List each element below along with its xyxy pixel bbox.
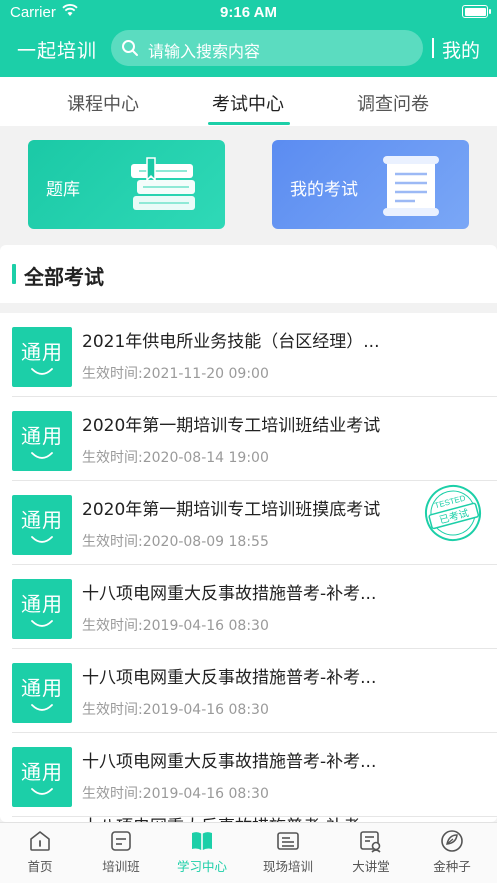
general-badge: 通用 (12, 663, 72, 723)
search-placeholder: 请输入搜索内容 (148, 42, 261, 61)
smile-icon (31, 536, 53, 543)
class-icon (111, 831, 131, 851)
lecture-icon (360, 831, 381, 853)
home-icon (30, 831, 50, 851)
exam-effective-time: 生效时间:2019-04-16 08:30 (82, 702, 269, 718)
smile-icon (31, 368, 53, 375)
seed-icon (441, 830, 463, 852)
badge-label: 通用 (21, 508, 63, 532)
my-exam-card[interactable]: 我的考试 (272, 140, 469, 229)
active-tab-indicator (208, 122, 290, 125)
tested-stamp-icon: TESTED 已考试 (425, 485, 481, 541)
tabbar-item-onsite[interactable]: 现场培训 (253, 829, 323, 875)
tab-survey[interactable]: 调查问卷 (338, 90, 448, 116)
exam-row[interactable]: 通用 2020年第一期培训专工培训班结业考试 生效时间:2020-08-14 1… (0, 397, 497, 481)
book-icon (192, 832, 212, 850)
search-input[interactable]: 请输入搜索内容 (111, 30, 423, 66)
tabbar-label: 培训班 (102, 859, 140, 874)
exam-effective-time: 生效时间:2020-08-14 19:00 (82, 450, 269, 466)
exam-title: 十八项电网重大反事故措施普考-补考... (82, 584, 377, 604)
tabbar-label: 首页 (27, 859, 53, 874)
books-icon (131, 157, 195, 210)
section-separator (0, 303, 497, 313)
general-badge: 通用 (12, 579, 72, 639)
header-divider (432, 38, 434, 58)
tabbar-item-lecture[interactable]: 大讲堂 (336, 829, 406, 875)
exam-title: 十八项电网重大反事故措施普考-补考... (82, 812, 487, 822)
tabbar-label: 学习中心 (176, 859, 227, 874)
clock: 9:16 AM (220, 4, 277, 21)
tabbar-item-home[interactable]: 首页 (5, 829, 75, 875)
exam-title: 十八项电网重大反事故措施普考-补考... (82, 668, 377, 688)
tabbar-label: 大讲堂 (352, 859, 390, 874)
app-header: Carrier 9:16 AM 一起培训 请输入搜索内容 我的 (0, 0, 497, 77)
exam-row[interactable]: 通用 2020年第一期培训专工培训班摸底考试 生效时间:2020-08-09 1… (0, 481, 497, 565)
exam-effective-time: 生效时间:2021-11-20 09:00 (82, 366, 269, 382)
general-badge: 通用 (12, 747, 72, 807)
smile-icon (31, 788, 53, 795)
exam-row[interactable]: 通用 2021年供电所业务技能（台区经理）... 生效时间:2021-11-20… (0, 313, 497, 397)
general-badge: 通用 (12, 327, 72, 387)
my-exam-label: 我的考试 (290, 180, 358, 200)
tabbar-item-learning-center[interactable]: 学习中心 (167, 829, 237, 875)
tab-course-center[interactable]: 课程中心 (48, 90, 158, 116)
exam-title: 十八项电网重大反事故措施普考-补考... (82, 752, 377, 772)
badge-label: 通用 (21, 592, 63, 616)
section-accent-bar (12, 264, 16, 284)
exam-row[interactable]: 通用 十八项电网重大反事故措施普考-补考... 生效时间:2019-04-16 … (0, 649, 497, 733)
exam-title: 2020年第一期培训专工培训班结业考试 (82, 416, 381, 436)
tabbar-label: 金种子 (433, 859, 471, 874)
exam-row[interactable]: 通用 十八项电网重大反事故措施普考-补考... 生效时间:2019-04-16 … (0, 565, 497, 649)
onsite-icon (277, 832, 299, 850)
exam-effective-time: 生效时间:2019-04-16 08:30 (82, 618, 269, 634)
exam-title: 2020年第一期培训专工培训班摸底考试 (82, 500, 381, 520)
exam-effective-time: 生效时间:2020-08-09 18:55 (82, 534, 269, 550)
top-tabs: 课程中心 考试中心 调查问卷 (0, 77, 497, 126)
question-bank-label: 题库 (46, 180, 80, 200)
exam-title: 2021年供电所业务技能（台区经理）... (82, 332, 380, 352)
status-bar: Carrier 9:16 AM (0, 0, 497, 26)
bottom-tab-bar: 首页 培训班 学习中心 现场培训 大讲堂 金种子 (0, 822, 497, 883)
all-exams-panel: 全部考试 通用 2021年供电所业务技能（台区经理）... 生效时间:2021-… (0, 245, 497, 822)
battery-icon (462, 5, 491, 18)
question-bank-card[interactable]: 题库 (28, 140, 225, 229)
smile-icon (31, 452, 53, 459)
smile-icon (31, 704, 53, 711)
badge-label: 通用 (21, 760, 63, 784)
exam-row[interactable]: 通用 十八项电网重大反事故措施普考-补考... 生效时间:2019-04-16 … (0, 733, 497, 817)
badge-label: 通用 (21, 340, 63, 364)
smile-icon (31, 620, 53, 627)
tabbar-item-golden-seed[interactable]: 金种子 (417, 829, 487, 875)
search-icon (122, 40, 138, 56)
tabbar-item-class[interactable]: 培训班 (86, 829, 156, 875)
app-brand: 一起培训 (17, 40, 98, 62)
tab-exam-center[interactable]: 考试中心 (193, 90, 303, 116)
mine-button[interactable]: 我的 (442, 36, 480, 63)
general-badge: 通用 (12, 495, 72, 555)
exam-effective-time: 生效时间:2019-04-16 08:30 (82, 786, 269, 802)
badge-label: 通用 (21, 424, 63, 448)
scroll-icon (383, 156, 439, 216)
tabbar-label: 现场培训 (262, 859, 313, 874)
general-badge: 通用 (12, 411, 72, 471)
badge-label: 通用 (21, 676, 63, 700)
section-title: 全部考试 (24, 265, 104, 289)
